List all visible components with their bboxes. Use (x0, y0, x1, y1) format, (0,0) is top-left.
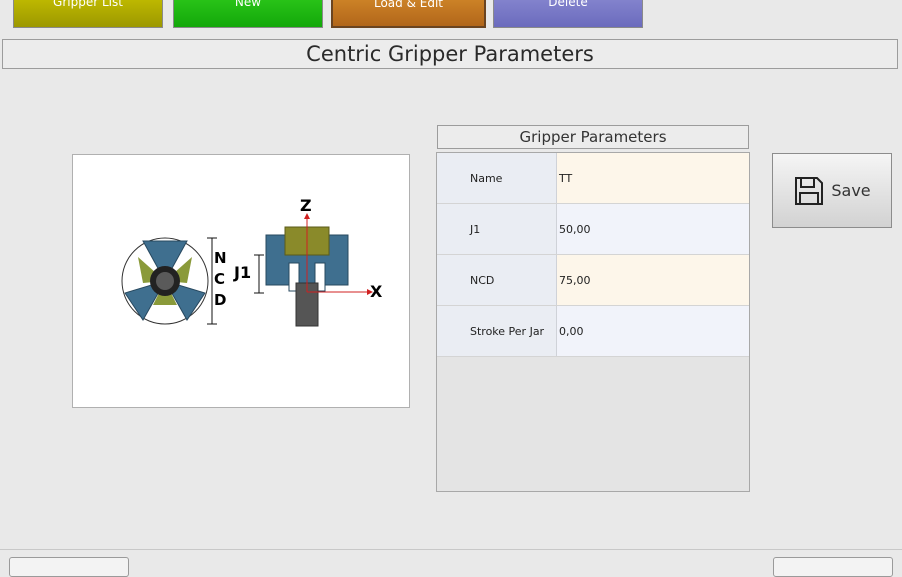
param-row-name[interactable]: Name TT (437, 153, 749, 204)
label-d: D (214, 291, 226, 309)
save-button[interactable]: Save (772, 153, 892, 228)
gripper-list-button[interactable]: Gripper List (13, 0, 163, 28)
load-edit-button[interactable]: Load & Edit (331, 0, 486, 28)
label-x: X (370, 282, 383, 301)
param-label: J1 (437, 204, 557, 254)
param-value-ncd[interactable]: 75,00 (557, 255, 749, 305)
param-label: Name (437, 153, 557, 203)
gripper-diagram: N C D J1 Z X (72, 154, 410, 408)
param-value-j1[interactable]: 50,00 (557, 204, 749, 254)
bottom-left-button[interactable] (9, 557, 129, 577)
param-label: NCD (437, 255, 557, 305)
bottom-right-button[interactable] (773, 557, 893, 577)
j1-dimension: J1 (233, 254, 264, 294)
ncd-dimension: N C D (207, 237, 227, 325)
label-j1: J1 (233, 263, 251, 282)
param-row-j1[interactable]: J1 50,00 (437, 204, 749, 255)
param-value-name[interactable]: TT (557, 153, 749, 203)
label-z: Z (300, 196, 312, 215)
floppy-disk-icon (795, 176, 824, 205)
delete-button[interactable]: Delete (493, 0, 643, 28)
bottom-divider (0, 549, 902, 550)
label-n: N (214, 249, 227, 267)
parameters-grid: Name TT J1 50,00 NCD 75,00 Stroke Per Ja… (436, 152, 750, 492)
param-label: Stroke Per Jar (437, 306, 557, 356)
gripper-parameters-header: Gripper Parameters (437, 125, 749, 149)
save-label: Save (831, 181, 871, 200)
param-row-ncd[interactable]: NCD 75,00 (437, 255, 749, 306)
label-c: C (214, 270, 225, 288)
param-row-stroke-per-jar[interactable]: Stroke Per Jar 0,00 (437, 306, 749, 357)
gripper-drawing: N C D J1 Z X (121, 196, 383, 327)
new-button[interactable]: New (173, 0, 323, 28)
page-title: Centric Gripper Parameters (2, 39, 898, 69)
param-value-stroke-per-jar[interactable]: 0,00 (557, 306, 749, 356)
gripper-top-view (121, 237, 209, 325)
